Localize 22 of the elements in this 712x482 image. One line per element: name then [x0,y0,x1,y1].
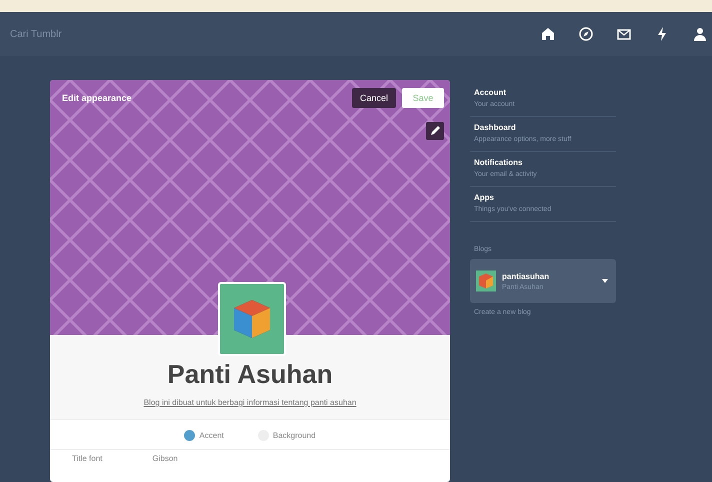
editor-title: Edit appearance [62,93,132,103]
blog-name: pantiasuhan [502,272,550,280]
blog-description: Blog ini dibuat untuk berbagi informasi tentang panti asuhan [142,398,358,407]
pencil-icon[interactable] [426,122,444,140]
person-icon[interactable] [692,26,708,42]
cube-icon [232,298,272,340]
radio-button[interactable] [184,430,196,441]
option-label: Background [272,431,316,440]
settings-link[interactable]: Dashboard [474,123,612,132]
settings-link[interactable]: Apps [474,193,612,202]
compass-icon[interactable] [578,26,594,42]
cube-icon [476,270,496,292]
font-value[interactable]: Gibson [152,454,178,463]
settings-link[interactable]: Notifications [474,158,612,167]
home-icon[interactable] [540,26,556,42]
field-label: Title font [72,454,102,463]
search-field[interactable]: Cari Tumblr [8,28,132,40]
cancel-button[interactable]: Cancel [352,88,396,108]
blog-title: Panti Asuhan [166,359,334,390]
option-label: Accent [199,431,224,440]
caret-icon [602,279,608,283]
settings-link[interactable]: Account [474,88,612,97]
